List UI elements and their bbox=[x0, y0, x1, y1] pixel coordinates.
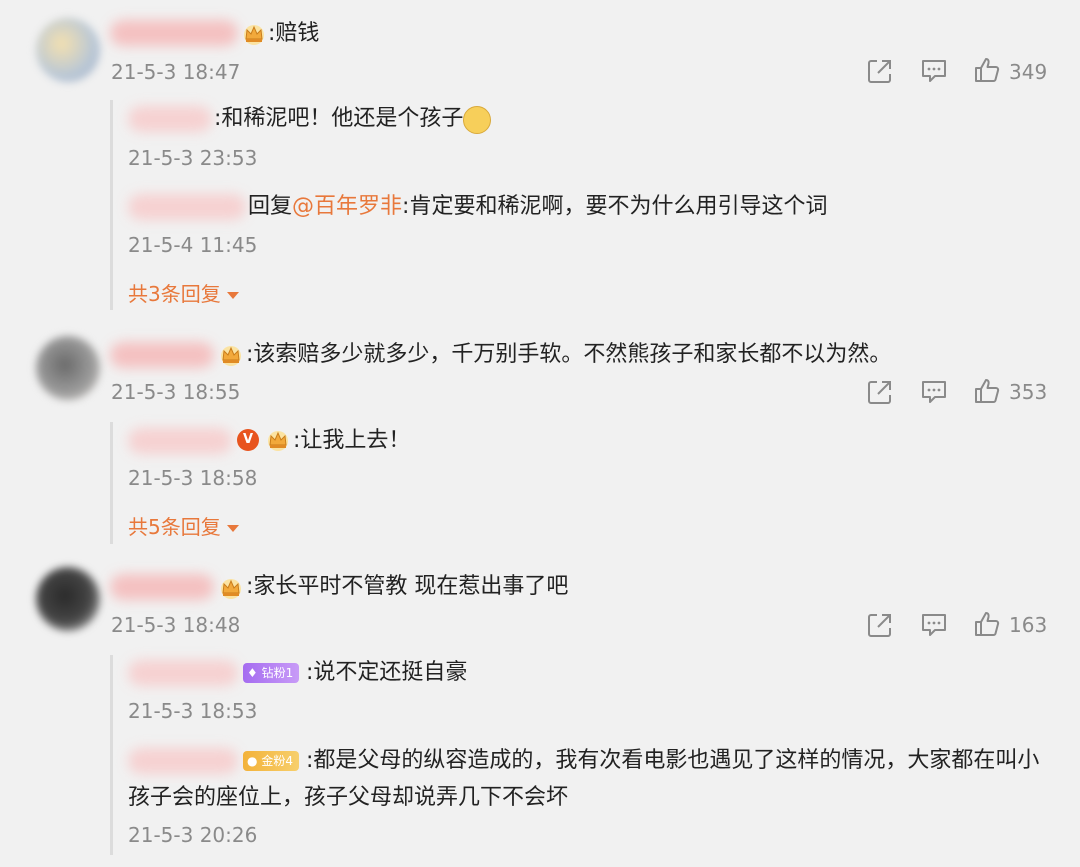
crown-badge-icon bbox=[266, 428, 290, 452]
reply-time: 21-5-3 18:58 bbox=[128, 466, 258, 490]
more-replies-label: 共5条回复 bbox=[128, 515, 221, 539]
more-replies-label: 共3条回复 bbox=[128, 282, 221, 306]
reply-text: :说不定还挺自豪 bbox=[306, 660, 468, 685]
crown-badge-icon bbox=[219, 343, 243, 367]
reply-text: :都是父母的纵容造成的，我有次看电影也遇见了这样的情况，大家都在叫小 bbox=[306, 748, 1040, 773]
reply-time: 21-5-3 23:53 bbox=[128, 146, 258, 170]
more-replies-link[interactable]: 共3条回复 bbox=[128, 281, 239, 307]
doge-emoji-icon bbox=[463, 106, 491, 134]
comment-text: :家长平时不管教 现在惹出事了吧 bbox=[246, 574, 569, 599]
reply-thread-line bbox=[110, 422, 113, 544]
thumbs-up-icon[interactable] bbox=[973, 377, 1001, 405]
reply-username[interactable] bbox=[128, 660, 238, 686]
reply-username[interactable] bbox=[128, 194, 246, 220]
fan-badge-label: 钻粉1 bbox=[261, 666, 294, 680]
reply-username[interactable] bbox=[128, 428, 232, 454]
chevron-down-icon bbox=[226, 292, 239, 299]
reply-text: :让我上去！ bbox=[293, 428, 411, 453]
avatar[interactable] bbox=[36, 336, 100, 400]
chevron-down-icon bbox=[226, 525, 239, 532]
comment-icon[interactable] bbox=[920, 378, 948, 406]
reply-time: 21-5-3 20:26 bbox=[128, 823, 258, 847]
crown-badge-icon bbox=[219, 576, 243, 600]
mention-link[interactable]: @百年罗非 bbox=[292, 194, 402, 219]
reply-time: 21-5-3 18:53 bbox=[128, 699, 258, 723]
reply-thread-line bbox=[110, 100, 113, 310]
comment-time: 21-5-3 18:48 bbox=[111, 613, 241, 637]
avatar[interactable] bbox=[36, 18, 100, 82]
share-icon[interactable] bbox=[866, 57, 894, 85]
crown-badge-icon bbox=[242, 22, 266, 46]
reply-thread-line bbox=[110, 655, 113, 855]
share-icon[interactable] bbox=[866, 378, 894, 406]
comment-icon[interactable] bbox=[920, 57, 948, 85]
like-count: 349 bbox=[1009, 60, 1048, 84]
reply-body: :肯定要和稀泥啊，要不为什么用引导这个词 bbox=[402, 194, 828, 219]
diamond-icon: ♦ bbox=[247, 666, 258, 680]
like-count: 353 bbox=[1009, 380, 1048, 404]
v-badge-icon: V bbox=[237, 429, 259, 451]
fan-badge-label: 金粉4 bbox=[261, 754, 293, 768]
reply-username[interactable] bbox=[128, 748, 238, 774]
username[interactable] bbox=[110, 574, 214, 600]
thumbs-up-icon[interactable] bbox=[973, 56, 1001, 84]
more-replies-link[interactable]: 共5条回复 bbox=[128, 514, 239, 540]
username[interactable] bbox=[110, 20, 238, 46]
username[interactable] bbox=[110, 342, 214, 368]
fan-badge: ● 金粉4 bbox=[243, 751, 299, 771]
comment-time: 21-5-3 18:55 bbox=[111, 380, 241, 404]
reply-text: 回复@百年罗非:肯定要和稀泥啊，要不为什么用引导这个词 bbox=[248, 192, 827, 222]
reply-text-continued: 孩子会的座位上，孩子父母却说弄几下不会坏 bbox=[128, 785, 569, 810]
comment-time: 21-5-3 18:47 bbox=[111, 60, 241, 84]
share-icon[interactable] bbox=[866, 611, 894, 639]
comment-text: :赔钱 bbox=[268, 21, 320, 46]
comment-text: :该索赔多少就多少，千万别手软。不然熊孩子和家长都不以为然。 bbox=[246, 342, 892, 367]
like-count: 163 bbox=[1009, 613, 1048, 637]
reply-username[interactable] bbox=[128, 106, 212, 132]
reply-prefix: 回复 bbox=[248, 194, 293, 219]
reply-time: 21-5-4 11:45 bbox=[128, 233, 258, 257]
coin-icon: ● bbox=[247, 754, 258, 768]
thumbs-up-icon[interactable] bbox=[973, 610, 1001, 638]
reply-text: :和稀泥吧！他还是个孩子 bbox=[214, 106, 464, 131]
comment-icon[interactable] bbox=[920, 611, 948, 639]
avatar[interactable] bbox=[36, 567, 100, 631]
fan-badge: ♦ 钻粉1 bbox=[243, 663, 300, 683]
